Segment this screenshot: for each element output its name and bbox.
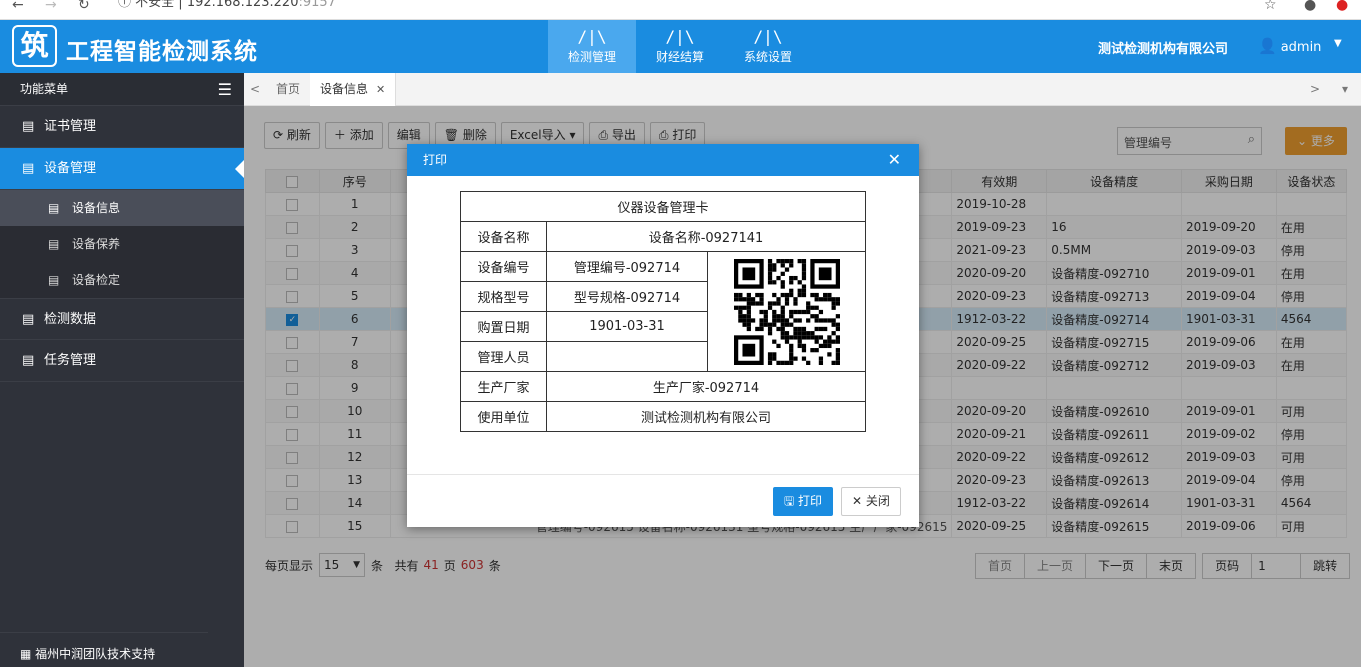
card-value-unit: 测试检测机构有限公司 xyxy=(546,401,866,432)
sidebar-subitem-calibration[interactable]: ▤ 设备检定 xyxy=(0,262,244,298)
card-value-name: 设备名称-0927141 xyxy=(546,221,866,252)
card-label: 设备名称 xyxy=(460,221,547,252)
sidebar-item-label: 设备信息 xyxy=(72,201,121,215)
sidebar-item-equipment[interactable]: ▤ 设备管理 xyxy=(0,148,244,190)
dialog-print-button[interactable]: 🖫 打印 xyxy=(773,487,834,516)
tab-scroll-right-icon[interactable]: > xyxy=(1304,73,1326,106)
sidebar-header: 功能菜单 ☰ xyxy=(0,73,244,106)
dialog-header: 打印 ✕ xyxy=(407,144,919,176)
sidebar-item-label: 证书管理 xyxy=(44,119,97,134)
top-nav: /|\ 检测管理 /|\ 财经结算 /|\ 系统设置 xyxy=(548,20,812,73)
tab-scroll-left-icon[interactable]: < xyxy=(244,73,266,106)
logo: 筑 xyxy=(12,25,57,67)
sidebar-item-tasks[interactable]: ▤ 任务管理 xyxy=(0,340,244,382)
back-icon[interactable]: ← xyxy=(12,0,24,12)
account-icon[interactable]: ● xyxy=(1304,0,1316,12)
footer-text: 福州中润团队技术支持 xyxy=(35,647,156,661)
dialog-close-button[interactable]: ✕ 关闭 xyxy=(841,487,901,516)
card-label: 使用单位 xyxy=(460,401,547,432)
sidebar-subitem-maintenance[interactable]: ▤ 设备保养 xyxy=(0,226,244,262)
dialog-footer: 🖫 打印 ✕ 关闭 xyxy=(407,474,919,527)
close-icon: ✕ xyxy=(852,494,866,508)
url-port: :9157 xyxy=(298,0,336,10)
card-label: 生产厂家 xyxy=(460,371,547,402)
collapse-menu-icon[interactable]: ☰ xyxy=(218,73,232,106)
topnav-settings[interactable]: /|\ 系统设置 xyxy=(724,20,812,73)
list-icon: ▤ xyxy=(22,312,35,327)
sidebar-item-test-data[interactable]: ▤ 检测数据 xyxy=(0,298,244,340)
address-bar[interactable]: ⓘ 不安全 | 192.168.123.220:9157 xyxy=(118,0,336,10)
topnav-label: 系统设置 xyxy=(743,50,792,64)
list-icon: ▤ xyxy=(48,201,60,215)
sidebar-item-label: 设备检定 xyxy=(72,273,121,287)
sidebar-item-label: 检测数据 xyxy=(44,312,97,327)
card-title: 仪器设备管理卡 xyxy=(460,191,866,222)
card-label: 购置日期 xyxy=(460,311,547,342)
sidebar-subitem-equipment-info[interactable]: ▤ 设备信息 xyxy=(0,190,244,226)
list-icon: ▤ xyxy=(48,237,60,251)
card-label: 规格型号 xyxy=(460,281,547,312)
chevron-down-icon[interactable]: ▼ xyxy=(1334,38,1342,49)
user-menu[interactable]: 👤 admin xyxy=(1258,37,1321,55)
sidebar-item-certificates[interactable]: ▤ 证书管理 xyxy=(0,106,244,148)
app-header: 筑 工程智能检测系统 /|\ 检测管理 /|\ 财经结算 /|\ 系统设置 测试… xyxy=(0,20,1361,73)
app-title: 工程智能检测系统 xyxy=(66,39,258,65)
topnav-label: 财经结算 xyxy=(655,50,704,64)
qr-code-icon xyxy=(733,258,840,365)
user-name: admin xyxy=(1280,40,1322,55)
update-icon[interactable]: ● xyxy=(1336,0,1348,12)
card-label: 管理人员 xyxy=(460,341,547,372)
tab-label: 设备信息 xyxy=(320,82,369,96)
company-name: 测试检测机构有限公司 xyxy=(1098,42,1229,57)
sidebar-footer: ▦ 福州中润团队技术支持 xyxy=(0,632,208,667)
card-value-model: 型号规格-092714 xyxy=(546,281,708,312)
tab-equipment-info[interactable]: 设备信息 ✕ xyxy=(310,73,397,106)
star-icon[interactable]: ☆ xyxy=(1264,0,1277,12)
close-icon[interactable]: ✕ xyxy=(888,144,901,176)
button-label: 关闭 xyxy=(865,494,890,508)
security-label: 不安全 xyxy=(135,0,175,10)
sidebar-title: 功能菜单 xyxy=(20,82,69,96)
tab-home[interactable]: 首页 xyxy=(266,73,312,106)
reload-icon[interactable]: ↻ xyxy=(78,0,90,12)
card-value-date: 1901-03-31 xyxy=(546,311,708,342)
topnav-inspection[interactable]: /|\ 检测管理 xyxy=(548,20,636,73)
tab-menu-icon[interactable]: ▾ xyxy=(1334,73,1356,106)
card-value-manager xyxy=(546,341,708,372)
list-icon: ▤ xyxy=(48,273,60,287)
save-icon: 🖫 xyxy=(784,494,799,508)
sidebar-item-label: 设备管理 xyxy=(44,161,97,176)
browser-toolbar: ← → ↻ ⓘ 不安全 | 192.168.123.220:9157 ☆ ● ● xyxy=(0,0,1361,20)
url-host: 192.168.123.220 xyxy=(186,0,299,10)
topnav-finance[interactable]: /|\ 财经结算 xyxy=(636,20,724,73)
dialog-title: 打印 xyxy=(423,153,448,167)
button-label: 打印 xyxy=(798,494,823,508)
road-icon: /|\ xyxy=(753,27,783,46)
road-icon: /|\ xyxy=(665,27,695,46)
sidebar-item-label: 任务管理 xyxy=(44,353,97,368)
card-label: 设备编号 xyxy=(460,251,547,282)
print-dialog: 打印 ✕ 仪器设备管理卡 设备名称 设备名称-0927141 设备编号 管理编号… xyxy=(407,144,919,527)
card-value-maker: 生产厂家-092714 xyxy=(546,371,866,402)
road-icon: /|\ xyxy=(577,27,607,46)
tab-bar: < 首页 设备信息 ✕ > ▾ xyxy=(244,73,1361,106)
user-icon: 👤 xyxy=(1258,37,1277,55)
sidebar-item-label: 设备保养 xyxy=(72,237,121,251)
building-icon: ▦ xyxy=(20,647,36,661)
topnav-label: 检测管理 xyxy=(567,50,616,64)
list-icon: ▤ xyxy=(22,119,35,134)
card-value-code: 管理编号-092714 xyxy=(546,251,708,282)
forward-icon[interactable]: → xyxy=(45,0,57,12)
list-icon: ▤ xyxy=(22,161,35,176)
qr-code-cell xyxy=(707,251,866,372)
sidebar: 功能菜单 ☰ ▤ 证书管理 ▤ 设备管理 ▤ 设备信息 ▤ 设备保养 ▤ 设备检定 ▤ 检测… xyxy=(0,73,244,667)
close-icon[interactable]: ✕ xyxy=(376,83,385,96)
equipment-card: 仪器设备管理卡 设备名称 设备名称-0927141 设备编号 管理编号-0927… xyxy=(460,191,866,432)
list-icon: ▤ xyxy=(22,353,35,368)
